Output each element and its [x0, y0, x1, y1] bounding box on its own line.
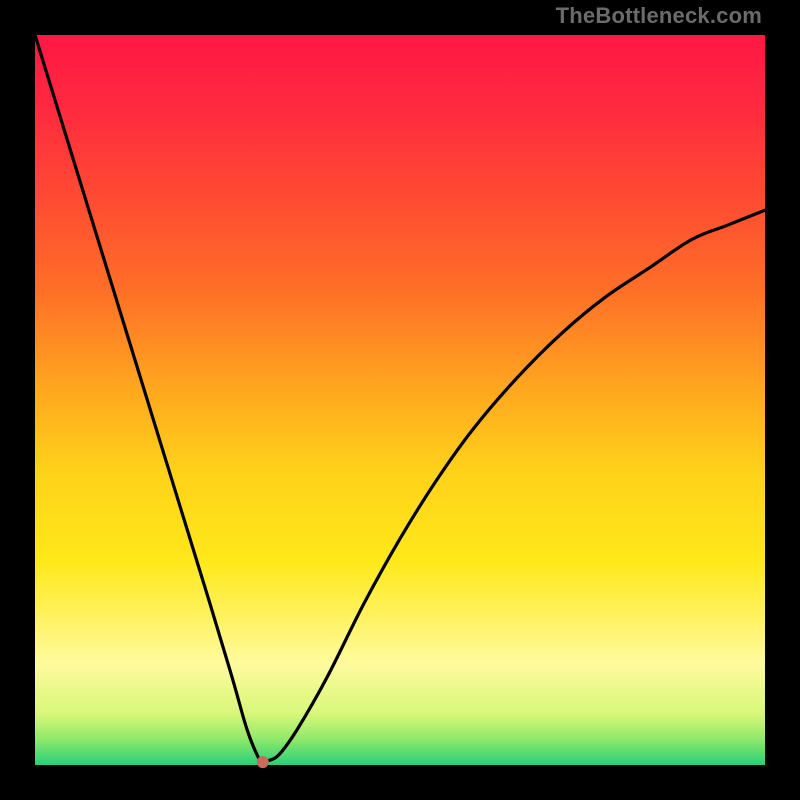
plot-area: [35, 35, 765, 765]
curve-layer: [35, 35, 765, 765]
attribution-label: TheBottleneck.com: [556, 3, 762, 29]
curve-left-segment: [35, 35, 263, 762]
curve-right-segment: [262, 210, 765, 762]
chart-frame: TheBottleneck.com: [0, 0, 800, 800]
minimum-marker: [257, 756, 269, 768]
